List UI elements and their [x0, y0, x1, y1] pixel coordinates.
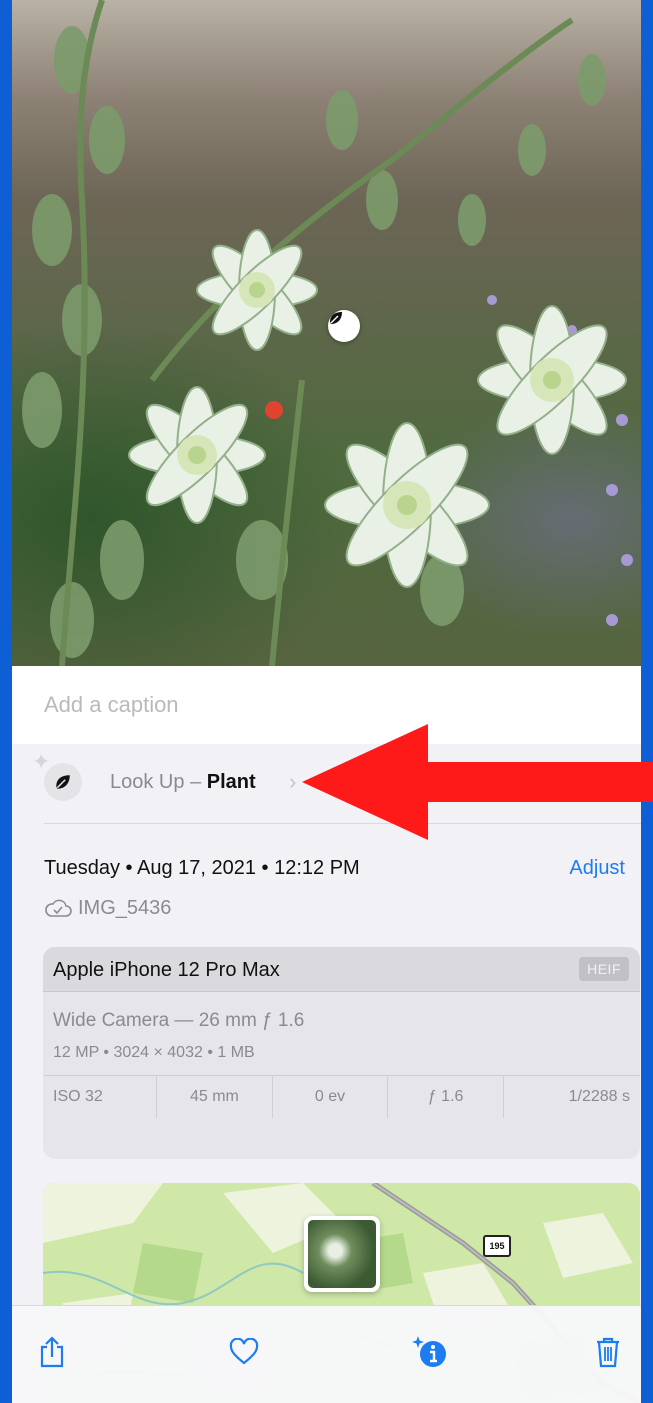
share-button[interactable] [32, 1332, 72, 1372]
info-button[interactable] [410, 1332, 450, 1372]
file-name: IMG_5436 [78, 897, 172, 919]
info-sparkle-icon [412, 1336, 446, 1367]
adjust-button[interactable]: Adjust [569, 857, 625, 880]
exif-exposure-value: 0 ev [271, 1076, 388, 1118]
camera-card-header: Apple iPhone 12 Pro Max HEIF [43, 947, 640, 992]
chevron-right-icon: › [289, 769, 297, 794]
photo[interactable] [12, 0, 641, 666]
look-up-subject: Plant [206, 771, 256, 793]
device-name: Apple iPhone 12 Pro Max [53, 959, 280, 981]
bottom-toolbar [12, 1305, 641, 1403]
trash-icon [597, 1337, 619, 1368]
leaf-icon [330, 312, 342, 324]
look-up-icon-circle [44, 763, 82, 801]
exif-shutter-speed: 1/2288 s [502, 1076, 640, 1118]
map-photo-pin[interactable] [304, 1216, 380, 1292]
photo-illustration [22, 0, 633, 666]
exif-row: ISO 32 45 mm 0 ev ƒ 1.6 1/2288 s [43, 1075, 640, 1118]
exif-aperture: ƒ 1.6 [387, 1076, 503, 1118]
caption-placeholder: Add a caption [44, 692, 179, 717]
photo-date: Tuesday • Aug 17, 2021 • 12:12 PM [44, 857, 360, 879]
map-photo-thumbnail [308, 1220, 376, 1288]
look-up-label: Look Up – Plant [110, 771, 256, 794]
lens-info: Wide Camera — 26 mm ƒ 1.6 [53, 1010, 305, 1031]
phone-screen: Add a caption ✦ Look Up – Plant › Tuesda… [12, 0, 641, 1403]
format-badge: HEIF [579, 957, 629, 981]
favorite-button[interactable] [224, 1332, 264, 1372]
exif-iso: ISO 32 [53, 1088, 103, 1105]
camera-info-card: Apple iPhone 12 Pro Max HEIF Wide Camera… [43, 947, 640, 1159]
exif-focal-length: 45 mm [156, 1076, 272, 1118]
visual-lookup-badge[interactable] [328, 310, 360, 342]
delete-button[interactable] [588, 1332, 628, 1372]
annotation-arrow [302, 724, 653, 840]
share-icon [40, 1336, 64, 1368]
leaf-icon [56, 775, 70, 789]
image-specs: 12 MP • 3024 × 4032 • 1 MB [53, 1044, 255, 1061]
route-shield: 195 [483, 1235, 511, 1257]
icloud-check-icon [45, 899, 72, 917]
look-up-prefix: Look Up – [110, 771, 207, 793]
heart-icon [229, 1338, 259, 1365]
